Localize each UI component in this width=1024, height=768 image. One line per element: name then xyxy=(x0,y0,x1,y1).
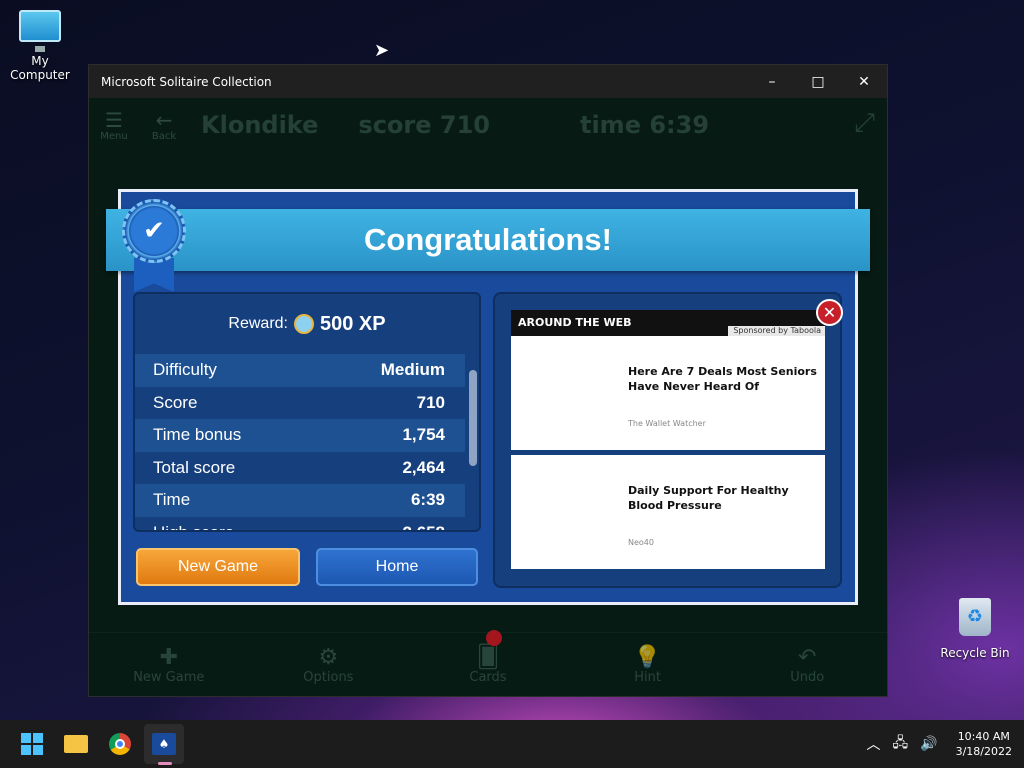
file-explorer-button[interactable] xyxy=(56,724,96,764)
chrome-icon xyxy=(109,733,131,755)
my-computer-label: My Computer xyxy=(10,54,70,82)
stats-scrollbar[interactable] xyxy=(469,370,477,466)
window-title: Microsoft Solitaire Collection xyxy=(101,74,272,89)
reward-label: Reward: xyxy=(228,315,288,332)
active-app-indicator xyxy=(158,762,172,765)
network-icon[interactable]: 🖧 xyxy=(893,732,909,756)
close-ad-button[interactable]: ✕ xyxy=(816,299,843,326)
stat-value: 2,658 xyxy=(402,523,445,530)
clock[interactable]: 10:40 AM 3/18/2022 xyxy=(956,729,1012,759)
reward-value: 500 XP xyxy=(319,312,386,335)
ad-title: Here Are 7 Deals Most Seniors Have Never… xyxy=(628,365,817,393)
stats-row: Time bonus 1,754 xyxy=(135,419,465,452)
stat-value: Medium xyxy=(380,360,445,380)
notification-dot xyxy=(486,630,502,646)
solitaire-app-icon: ♠ xyxy=(152,733,176,755)
reward-line: Reward: 500 XP xyxy=(135,294,479,354)
volume-icon[interactable]: 🔊 xyxy=(920,736,937,752)
close-window-button[interactable]: ✕ xyxy=(841,65,887,98)
stat-label: High score xyxy=(153,523,234,530)
start-button[interactable] xyxy=(12,724,52,764)
stat-value: 710 xyxy=(416,392,445,412)
window-titlebar[interactable]: Microsoft Solitaire Collection – □ ✕ xyxy=(89,65,887,98)
mouse-cursor-icon: ➤ xyxy=(374,40,390,61)
stats-row: Total score 2,464 xyxy=(135,452,465,485)
new-game-button[interactable]: New Game xyxy=(136,548,300,586)
stats-row: Score 710 xyxy=(135,387,465,420)
chrome-button[interactable] xyxy=(100,724,140,764)
recycle-bin-label: Recycle Bin xyxy=(940,646,1010,660)
stats-row: High score 2,658 xyxy=(135,517,465,530)
ad-source: Neo40 xyxy=(628,538,654,547)
taskbar: ♠ ︿ 🖧 🔊 10:40 AM 3/18/2022 xyxy=(0,720,1024,768)
ad-card[interactable]: Daily Support For Healthy Blood Pressure… xyxy=(511,455,825,569)
ad-source: The Wallet Watcher xyxy=(628,419,706,428)
clock-date: 3/18/2022 xyxy=(955,745,1012,758)
minimize-button[interactable]: – xyxy=(749,65,795,98)
stat-value: 1,754 xyxy=(402,425,445,445)
stat-label: Time xyxy=(153,490,191,510)
chevron-up-icon[interactable]: ︿ xyxy=(867,734,881,754)
stats-row: Difficulty Medium xyxy=(135,354,465,387)
recycle-bin-desktop-icon[interactable]: ♻ Recycle Bin xyxy=(935,598,1015,660)
stat-label: Total score xyxy=(153,457,236,477)
ad-title: Daily Support For Healthy Blood Pressure xyxy=(628,484,789,512)
stat-value: 2,464 xyxy=(402,457,445,477)
stat-value: 6:39 xyxy=(410,490,445,510)
solitaire-taskbar-button[interactable]: ♠ xyxy=(144,724,184,764)
congratulations-ribbon: Congratulations! xyxy=(106,209,870,271)
stats-panel[interactable]: Reward: 500 XP Difficulty Medium Score 7… xyxy=(133,292,481,532)
folder-icon xyxy=(64,735,88,753)
xp-coin-icon xyxy=(293,314,314,334)
checkmark-badge-icon: ✔ xyxy=(122,199,186,263)
close-icon: ✕ xyxy=(822,303,837,322)
windows-logo-icon xyxy=(21,733,43,755)
clock-time: 10:40 AM xyxy=(957,730,1010,743)
dialog-heading: Congratulations! xyxy=(364,222,612,257)
stat-label: Difficulty xyxy=(153,360,217,380)
ad-card[interactable]: Here Are 7 Deals Most Seniors Have Never… xyxy=(511,336,825,450)
stats-row: Time 6:39 xyxy=(135,484,465,517)
ad-sponsor-label[interactable]: Sponsored by Taboola xyxy=(728,326,825,336)
stat-label: Time bonus xyxy=(153,425,242,445)
monitor-icon xyxy=(19,10,61,52)
maximize-button[interactable]: □ xyxy=(795,65,841,98)
system-tray: ︿ 🖧 🔊 10:40 AM 3/18/2022 xyxy=(855,720,1012,768)
stat-label: Score xyxy=(153,392,198,412)
home-button[interactable]: Home xyxy=(316,548,478,586)
my-computer-desktop-icon[interactable]: My Computer xyxy=(0,10,80,82)
recycle-bin-icon: ♻ xyxy=(959,598,991,636)
